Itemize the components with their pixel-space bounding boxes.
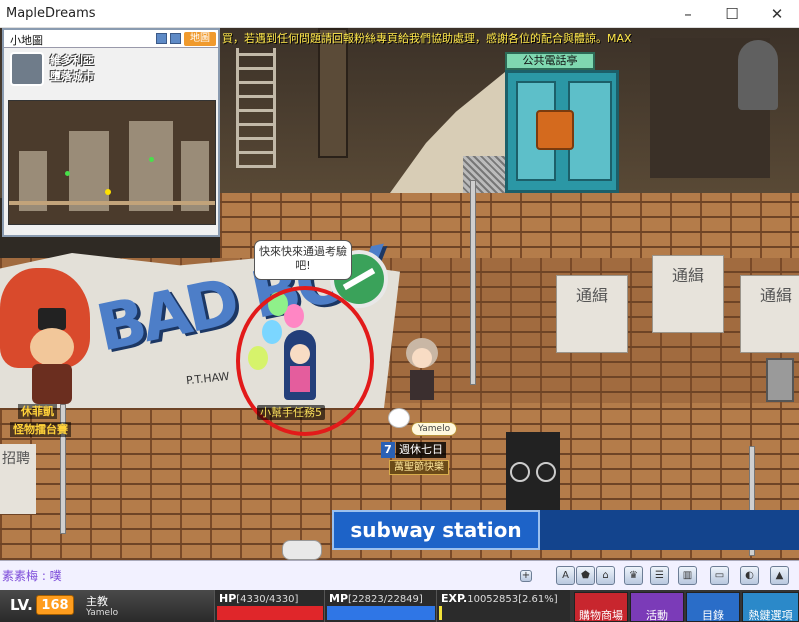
subway-sign-extension bbox=[540, 510, 799, 550]
minimap-city-name: 墮落城市 bbox=[50, 70, 94, 83]
mp-label: MP bbox=[329, 592, 349, 605]
pet-ghost-icon bbox=[388, 408, 410, 428]
other-player-character[interactable] bbox=[402, 338, 442, 408]
exp-bar bbox=[439, 606, 442, 620]
minimap-player-marker bbox=[105, 189, 111, 195]
medal-tag: 萬聖節快樂 bbox=[389, 460, 449, 475]
recruit-poster: 招聘 bbox=[0, 444, 36, 514]
event-button[interactable]: 活動 bbox=[630, 592, 684, 622]
exp-gauge: EXP.10052853[2.61%] bbox=[436, 590, 570, 622]
cash-shop-button[interactable]: 購物商場 bbox=[574, 592, 628, 622]
npc-body bbox=[32, 364, 72, 404]
hp-label: HP bbox=[219, 592, 237, 605]
other-player-face bbox=[412, 348, 432, 368]
minimap-title: 小地圖 bbox=[10, 34, 43, 47]
level-label: LV. bbox=[10, 596, 33, 614]
minimap-shrink-button[interactable] bbox=[156, 33, 167, 44]
map-region-icon bbox=[10, 52, 44, 86]
hp-value: [4330/4330] bbox=[236, 594, 299, 605]
mp-label-row: MP[22823/22849] bbox=[329, 592, 423, 605]
main-menu-button[interactable]: 目錄 bbox=[686, 592, 740, 622]
npc-name-tag: 休菲凱 bbox=[18, 404, 57, 419]
other-player-outfit bbox=[410, 370, 434, 400]
inventory-button[interactable]: ☰ bbox=[650, 566, 669, 585]
world-map-button[interactable]: 地圖 bbox=[184, 32, 216, 46]
close-button[interactable]: ✕ bbox=[755, 0, 799, 28]
minimap-region-name: 維多利亞 bbox=[50, 54, 94, 67]
ladder[interactable] bbox=[236, 48, 276, 168]
skills-button[interactable]: ▭ bbox=[710, 566, 729, 585]
top-hat bbox=[38, 308, 66, 330]
level-box: LV. 168 主教 Yamelo bbox=[0, 590, 214, 622]
minimap-npc-marker bbox=[65, 171, 70, 176]
minimize-button[interactable]: – bbox=[666, 0, 710, 28]
chat-bar[interactable]: 素素梅 : 噗 + A ⬟ ⌂ ♛ ☰ ▥ ▭ ◐ ▲ bbox=[0, 560, 799, 590]
subway-logo-icon bbox=[536, 462, 556, 482]
minimap-npc-marker bbox=[149, 157, 154, 162]
trash-can bbox=[766, 358, 794, 402]
cash-button[interactable]: ◐ bbox=[740, 566, 759, 585]
chat-home-button[interactable]: ⌂ bbox=[596, 566, 615, 585]
minimap-view[interactable] bbox=[8, 100, 216, 225]
tank-silo bbox=[738, 40, 778, 110]
chat-emote-button[interactable]: ⬟ bbox=[576, 566, 595, 585]
other-player-name-tag: Yamelo bbox=[411, 422, 458, 436]
minimap-expand-button[interactable] bbox=[170, 33, 181, 44]
exp-label-row: EXP.10052853[2.61%] bbox=[441, 592, 558, 605]
equipment-button[interactable]: ♛ bbox=[624, 566, 643, 585]
job-name: 主教 bbox=[86, 595, 108, 608]
wanted-poster-1: 通緝 bbox=[556, 275, 628, 353]
minimap-ground bbox=[9, 201, 215, 205]
subway-logo-icon bbox=[510, 462, 530, 482]
phone-booth-sign: 公共電話亭 bbox=[505, 52, 595, 70]
exp-label: EXP. bbox=[441, 592, 468, 605]
pipe bbox=[470, 180, 476, 385]
menu-up-button[interactable]: ▲ bbox=[770, 566, 789, 585]
chat-message: 素素梅 : 噗 bbox=[2, 569, 62, 583]
npc-face bbox=[30, 328, 74, 366]
level-number: 168 bbox=[36, 595, 74, 615]
player-quest-tag: 小幫手任務5 bbox=[257, 405, 325, 420]
wanted-poster-3: 通緝 bbox=[740, 275, 799, 353]
minimap-header[interactable]: 小地圖 地圖 bbox=[4, 30, 218, 48]
ticket-machine bbox=[282, 540, 322, 560]
guild-level-badge: 7 bbox=[381, 442, 395, 458]
npc-title-tag: 怪物擂台賽 bbox=[10, 422, 71, 437]
hp-gauge: HP[4330/4330] bbox=[214, 590, 324, 622]
hp-label-row: HP[4330/4330] bbox=[219, 592, 298, 605]
hp-bar bbox=[217, 606, 323, 620]
minimap-building bbox=[129, 121, 173, 211]
stats-button[interactable]: ▥ bbox=[678, 566, 697, 585]
guild-name-tag: 週休七日 bbox=[396, 442, 446, 458]
wanted-poster-2: 通緝 bbox=[652, 255, 724, 333]
notice-ticker: 買，若遇到任何問題請回報粉絲專頁給我們協助處理，感謝各位的配合與體諒。MAX bbox=[222, 32, 632, 45]
mp-value: [22823/22849] bbox=[348, 594, 423, 605]
mp-gauge: MP[22823/22849] bbox=[324, 590, 436, 622]
minimap-building bbox=[69, 131, 109, 211]
status-bar: LV. 168 主教 Yamelo HP[4330/4330] MP[22823… bbox=[0, 590, 799, 622]
npc-character[interactable] bbox=[22, 308, 82, 404]
chat-font-button[interactable]: A bbox=[556, 566, 575, 585]
subway-station-sign: subway station bbox=[332, 510, 540, 550]
window-titlebar: MapleDreams – ☐ ✕ bbox=[0, 0, 799, 28]
player-name: Yamelo bbox=[86, 608, 119, 618]
minimap-window[interactable]: 小地圖 地圖 維多利亞 墮落城市 bbox=[2, 28, 220, 237]
speech-bubble: 快來快來通過考驗吧! bbox=[254, 240, 352, 280]
exp-value: 10052853[2.61%] bbox=[467, 594, 558, 605]
booth-glass-right bbox=[568, 81, 612, 181]
window-title: MapleDreams bbox=[6, 6, 96, 21]
maximize-button[interactable]: ☐ bbox=[710, 0, 754, 28]
phone-icon bbox=[536, 110, 574, 150]
mp-bar bbox=[327, 606, 435, 620]
hotkey-settings-button[interactable]: 熱鍵選項 bbox=[742, 592, 799, 622]
subway-pillar bbox=[506, 432, 560, 510]
chat-expand-button[interactable]: + bbox=[520, 570, 532, 582]
game-viewport[interactable]: 公共電話亭 買，若遇到任何問題請回報粉絲專頁給我們協助處理，感謝各位的配合與體諒… bbox=[0, 28, 799, 560]
